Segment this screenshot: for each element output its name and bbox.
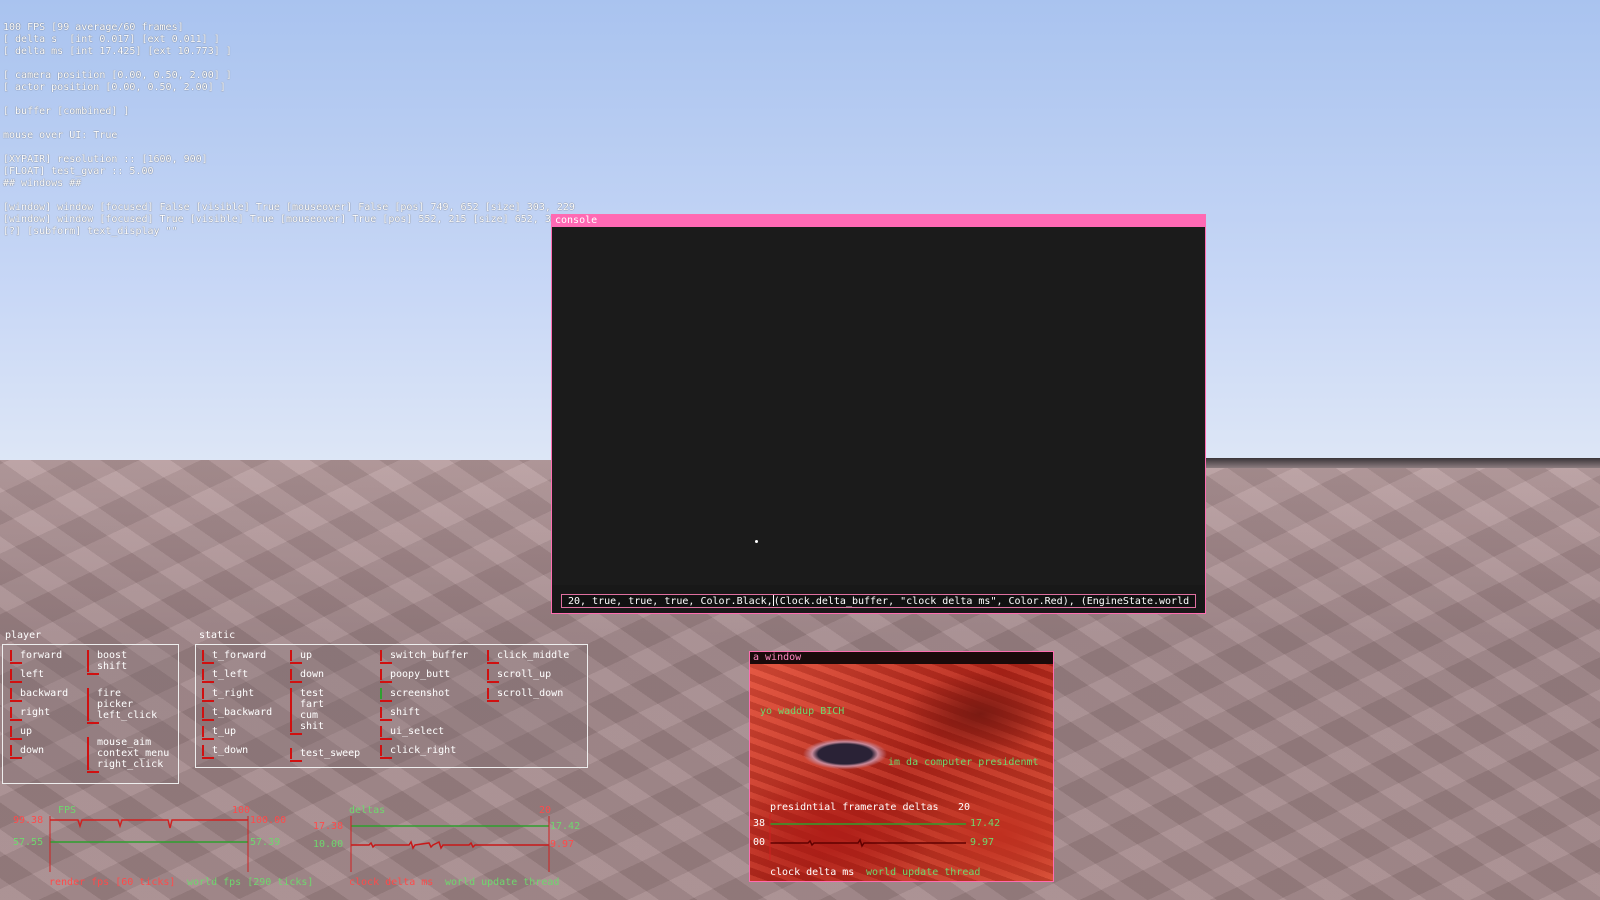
debug-line: [FLOAT] test_gvar :: 5.00 (3, 166, 154, 177)
mouse-cursor-dot (755, 540, 758, 543)
keybind-toggle[interactable]: up (286, 650, 312, 664)
deltas-left-bottom: 10.00 (313, 839, 344, 850)
fps-left-bottom: 57.55 (13, 837, 44, 848)
deltas-legend-world: world update thread (445, 877, 560, 888)
a-window-left-top: 38 (753, 818, 766, 829)
debug-line: [ actor position [0.00, 0.50, 2.00] ] (3, 82, 226, 93)
a-window-title-bar[interactable]: a window (750, 652, 1053, 664)
player-panel-label: player (5, 630, 42, 641)
keybind-toggle[interactable]: poopy_butt (376, 669, 450, 683)
fps-graph-plot (49, 816, 249, 872)
keybind-toggle[interactable]: screenshot (376, 688, 450, 702)
debug-line (3, 94, 575, 106)
keybind-toggle[interactable]: left (6, 669, 44, 683)
keybind-toggle[interactable]: test fart cum shit (286, 688, 324, 735)
keybind-toggle[interactable]: down (286, 669, 324, 683)
debug-line: ## windows ## (3, 178, 82, 189)
debug-line (3, 118, 575, 130)
a-window-text-1: yo waddup BICH (760, 706, 845, 717)
console-input[interactable]: 20, true, true, true, Color.Black,(Clock… (561, 594, 1196, 608)
fps-legend-world: world fps [290 ticks] (187, 877, 314, 888)
keybind-toggle[interactable]: down (6, 745, 44, 759)
console-input-text-before: 20, true, true, true, Color.Black, (568, 596, 773, 607)
a-window-text-2: im da computer presidenmt (888, 757, 1039, 768)
a-window-graph-plot (769, 814, 966, 860)
keybind-toggle[interactable]: t_down (198, 745, 248, 759)
debug-line (3, 142, 575, 154)
fps-right-bottom: 57.39 (250, 837, 281, 848)
debug-line (3, 190, 575, 202)
keybind-toggle[interactable]: t_forward (198, 650, 266, 664)
debug-line (3, 58, 575, 70)
fps-right-top: 100.00 (250, 815, 287, 826)
keybind-toggle[interactable]: right (6, 707, 50, 721)
a-window-right-bottom: 9.97 (970, 837, 995, 848)
keybind-toggle[interactable]: t_right (198, 688, 254, 702)
debug-line: [?] [subform] text_display "" (3, 226, 178, 237)
keybind-toggle[interactable]: up (6, 726, 32, 740)
debug-line: [ buffer [combined] ] (3, 106, 130, 117)
debug-line: [ camera position [0.00, 0.50, 2.00] ] (3, 70, 232, 81)
deltas-right-top: 17.42 (550, 821, 581, 832)
a-window-legend-clock: clock delta ms (770, 867, 855, 878)
keybind-toggle[interactable]: mouse_aim context_menu right_click (83, 737, 169, 773)
static-panel-label: static (199, 630, 236, 641)
keybind-toggle[interactable]: scroll_up (483, 669, 551, 683)
keybind-toggle[interactable]: forward (6, 650, 62, 664)
debug-line: [XYPAIR] resolution :: [1600, 900] (3, 154, 208, 165)
deltas-legend-clock: clock delta ms (349, 877, 434, 888)
debug-line: [window] window [focused] True [visible]… (3, 214, 557, 225)
player-keybind-panel: forward left backward right up down boost shif… (2, 644, 179, 784)
debug-line: mouse over UI: True (3, 130, 118, 141)
keybind-toggle[interactable]: t_up (198, 726, 236, 740)
deltas-graph-plot (350, 816, 550, 872)
keybind-toggle[interactable]: click_middle (483, 650, 569, 664)
fps-legend-render: render fps [60 ticks] (49, 877, 176, 888)
keybind-toggle[interactable]: click_right (376, 745, 456, 759)
keybind-toggle[interactable]: scroll_down (483, 688, 563, 702)
debug-overlay: 100 FPS [99 average/60 frames][ delta s … (3, 22, 575, 238)
debug-line: 100 FPS [99 average/60 frames] (3, 22, 184, 33)
a-window-left-bottom: 00 (753, 837, 766, 848)
console-title-bar[interactable]: console (552, 215, 1205, 227)
a-window-legend-world: world update thread (866, 867, 981, 878)
deltas-clock-line (351, 840, 549, 850)
debug-line: [window] window [focused] False [visible… (3, 202, 575, 213)
console-output (552, 227, 1205, 585)
keybind-toggle[interactable]: fire picker left_click (83, 688, 157, 724)
a-window-clock-line (770, 838, 966, 848)
keybind-toggle[interactable]: t_backward (198, 707, 272, 721)
debug-line: [ delta ms [int 17.425] [ext 10.773] ] (3, 46, 232, 57)
keybind-toggle[interactable]: ui_select (376, 726, 444, 740)
console-window[interactable]: console 20, true, true, true, Color.Blac… (551, 214, 1206, 614)
keybind-toggle[interactable]: test_sweep (286, 748, 360, 762)
deltas-left-top: 17.38 (313, 821, 344, 832)
keybind-toggle[interactable]: t_left (198, 669, 248, 683)
a-window-right-top: 17.42 (970, 818, 1001, 829)
keybind-toggle[interactable]: shift (376, 707, 420, 721)
a-window[interactable]: a window yo waddup BICH im da computer p… (749, 651, 1054, 882)
debug-line: [ delta s [int 0.017] [ext 0.011] ] (3, 34, 220, 45)
keybind-toggle[interactable]: backward (6, 688, 68, 702)
keybind-toggle[interactable]: boost shift (83, 650, 127, 675)
keybind-toggle[interactable]: switch_buffer (376, 650, 468, 664)
horizon-band (1205, 458, 1600, 468)
console-input-text-after: (Clock.delta_buffer, "clock delta ms", C… (773, 596, 1190, 607)
fps-render-line (50, 819, 248, 829)
fps-left-top: 99.38 (13, 815, 44, 826)
static-keybind-panel: t_forward t_left t_right t_backward t_up t_do… (195, 644, 588, 768)
